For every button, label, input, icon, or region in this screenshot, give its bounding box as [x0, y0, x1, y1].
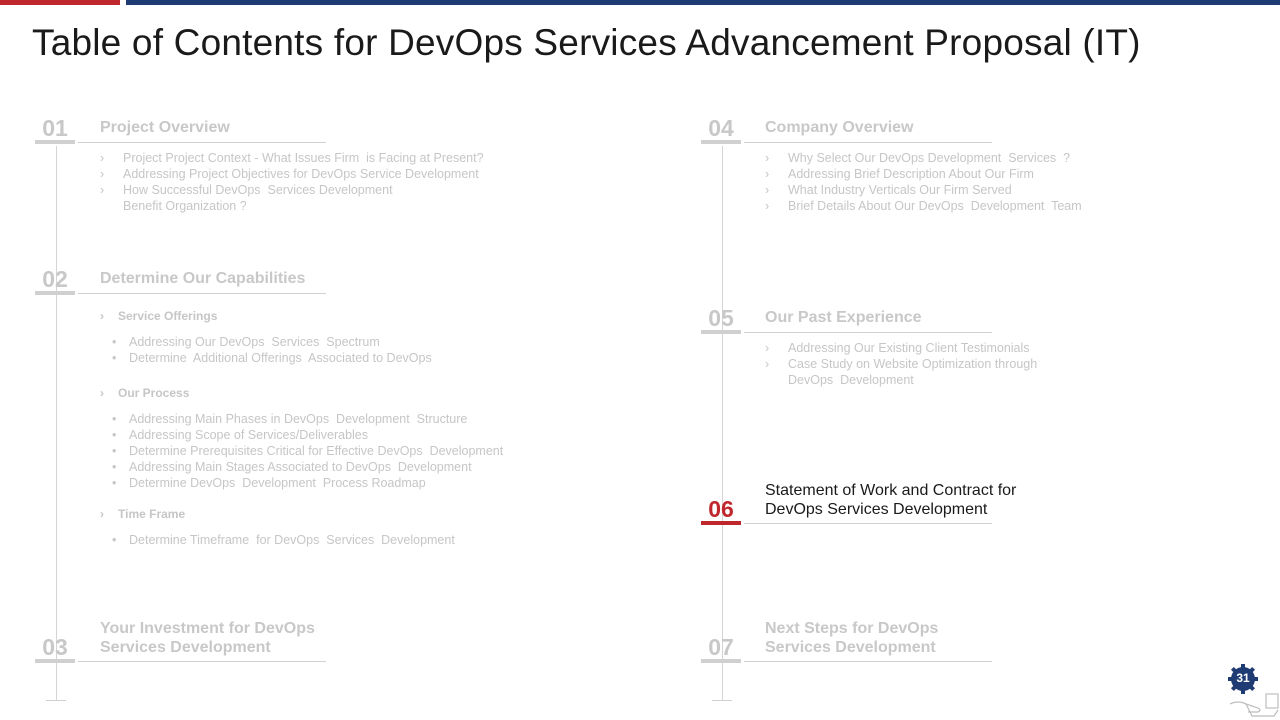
group-items: • Addressing Main Phases in DevOps Develo… [100, 411, 560, 491]
top-accent-blue [126, 0, 1280, 5]
list-item: • Addressing Main Stages Associated to De… [112, 460, 472, 474]
section-items: › Addressing Our Existing Client Testimon… [765, 340, 1205, 388]
list-item: › What Industry Verticals Our Firm Served [765, 183, 1012, 197]
section-number-underline [701, 330, 741, 334]
list-item: › Brief Details About Our DevOps Developm… [765, 199, 1082, 213]
chevron-right-icon: › [100, 167, 105, 181]
section-title: Project Overview [100, 119, 230, 136]
section-header-line [744, 142, 992, 143]
chevron-right-icon: › [765, 151, 770, 165]
bullet-icon: • [112, 533, 117, 547]
list-item: • Determine DevOps Development Process Ro… [112, 476, 426, 490]
timeline-left [56, 146, 57, 700]
list-item: › Addressing Our Existing Client Testimon… [765, 341, 1030, 355]
list-item: › Addressing Brief Description About Our … [765, 167, 1034, 181]
list-item: • Addressing Scope of Services/Deliverabl… [112, 428, 369, 442]
list-item: › How Successful DevOps Services Developm… [100, 183, 393, 213]
section-header-line [78, 661, 326, 662]
section-number: 07 [708, 634, 734, 660]
bullet-icon: • [112, 412, 117, 426]
section-items: › Project Project Context - What Issues F… [100, 150, 540, 214]
timeline-right-end [712, 700, 732, 701]
section-number: 06 [708, 496, 734, 522]
section-number: 02 [42, 266, 68, 292]
section-title: Our Past Experience [765, 309, 922, 326]
group-label: › Time Frame [100, 507, 186, 521]
top-accent-red [0, 0, 120, 5]
list-item: • Determine Timeframe for DevOps Services… [112, 533, 455, 547]
chevron-right-icon: › [100, 386, 104, 400]
section-header-line [78, 142, 326, 143]
page-title: Table of Contents for DevOps Services Ad… [32, 22, 1141, 63]
bullet-icon: • [112, 335, 117, 349]
bullet-icon: • [112, 444, 117, 458]
section-number: 01 [42, 115, 68, 141]
bullet-icon: • [112, 428, 117, 442]
section-title: Determine Our Capabilities [100, 270, 306, 287]
section-title-line-2: Services Development [100, 639, 271, 656]
section-header-line [744, 523, 992, 524]
section-header-line [744, 332, 992, 333]
chevron-right-icon: › [765, 357, 770, 371]
list-item: • Addressing Our DevOps Services Spectrum [112, 335, 380, 349]
section-items: › Why Select Our DevOps Development Servi… [765, 150, 1205, 214]
timeline-left-end [46, 700, 66, 701]
section-number-underline [701, 521, 741, 525]
chevron-right-icon: › [765, 183, 770, 197]
bullet-icon: • [112, 460, 117, 474]
group-label: › Service Offerings [100, 309, 218, 323]
section-number: 04 [708, 115, 734, 141]
section-title-line-2: DevOps Services Development [765, 501, 988, 518]
chevron-right-icon: › [100, 183, 105, 197]
section-number-underline [701, 140, 741, 144]
bullet-icon: • [112, 351, 117, 365]
chevron-right-icon: › [100, 507, 104, 521]
group-service-offerings: › Service Offerings [100, 308, 540, 324]
section-title-line-1: Statement of Work and Contract for [765, 482, 1017, 499]
section-number-underline [35, 140, 75, 144]
section-header-line [744, 661, 992, 662]
bullet-icon: • [112, 476, 117, 490]
section-title-line-1: Your Investment for DevOps [100, 620, 315, 637]
list-item: • Determine Prerequisites Critical for Ef… [112, 444, 504, 458]
section-number-underline [701, 659, 741, 663]
section-title-line-1: Next Steps for DevOps [765, 620, 939, 637]
section-title-line-2: Services Development [765, 639, 936, 656]
list-item: › Addressing Project Objectives for DevOp… [100, 167, 479, 181]
section-number: 05 [708, 305, 734, 331]
list-item: • Determine Additional Offerings Associat… [112, 351, 432, 365]
group-items: • Determine Timeframe for DevOps Services… [100, 532, 540, 548]
list-item: › Case Study on Website Optimization thro… [765, 357, 1038, 387]
timeline-right [722, 146, 723, 700]
chevron-right-icon: › [100, 151, 105, 165]
group-items: • Addressing Our DevOps Services Spectrum… [100, 334, 540, 366]
chevron-right-icon: › [765, 167, 770, 181]
chevron-right-icon: › [765, 199, 770, 213]
section-number-underline [35, 659, 75, 663]
hand-icon [1229, 693, 1279, 717]
group-time-frame: › Time Frame [100, 506, 540, 522]
chevron-right-icon: › [100, 309, 104, 323]
list-item: › Project Project Context - What Issues F… [100, 151, 484, 165]
group-label: › Our Process [100, 386, 190, 400]
page-number: 31 [1236, 671, 1250, 685]
section-header-line [78, 293, 326, 294]
section-number: 03 [42, 634, 68, 660]
list-item: › Why Select Our DevOps Development Servi… [765, 151, 1071, 165]
section-number-underline [35, 291, 75, 295]
group-our-process: › Our Process [100, 385, 540, 401]
list-item: • Addressing Main Phases in DevOps Develo… [112, 412, 468, 426]
chevron-right-icon: › [765, 341, 770, 355]
section-title: Company Overview [765, 119, 914, 136]
